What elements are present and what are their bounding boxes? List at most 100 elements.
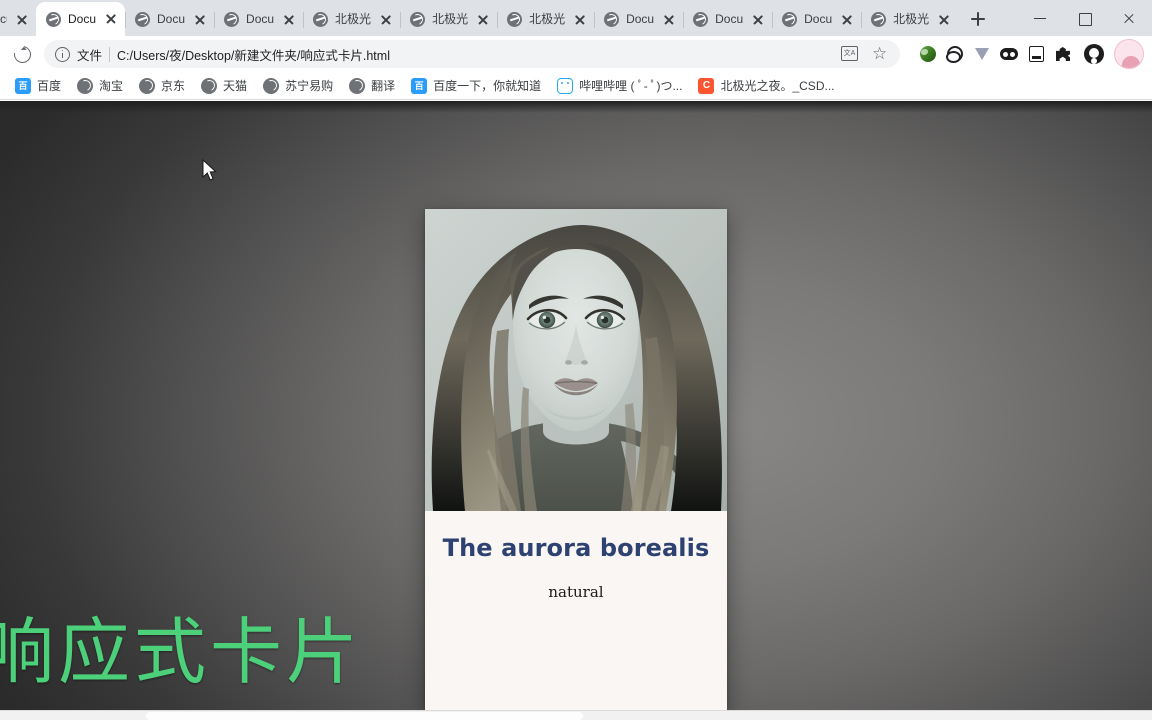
bookmark-item[interactable]: 百 百度 <box>8 74 68 97</box>
close-icon[interactable] <box>281 12 297 28</box>
bookmark-label: 苏宁易购 <box>285 79 334 93</box>
browser-tab[interactable]: 北极光 <box>400 3 497 36</box>
bookmark-item[interactable]: 苏宁易购 <box>256 74 340 97</box>
bookmark-label: 翻译 <box>371 79 396 93</box>
close-icon[interactable] <box>378 12 394 28</box>
bookmark-item[interactable]: 淘宝 <box>70 74 130 97</box>
browser-tab[interactable]: Docu <box>125 3 214 36</box>
globe-icon <box>410 12 426 27</box>
baidu-icon: 百 <box>411 77 428 94</box>
close-icon[interactable] <box>192 12 208 28</box>
ext-puzzle-icon[interactable] <box>1051 42 1075 66</box>
scrollbar-thumb[interactable] <box>146 712 583 720</box>
omnibox-actions: 文A ☆ <box>836 40 894 68</box>
browser-tab[interactable]: cu <box>0 3 36 36</box>
ext-globe-icon[interactable] <box>916 42 940 66</box>
ext-abox-icon[interactable] <box>1024 42 1048 66</box>
info-icon[interactable] <box>55 46 70 62</box>
browser-tab[interactable]: 北极光 <box>303 3 400 36</box>
globe-icon <box>871 12 887 27</box>
reload-icon <box>10 42 34 66</box>
maximize-button[interactable] <box>1062 2 1106 34</box>
bookmark-item[interactable]: 京东 <box>132 74 192 97</box>
globe-icon <box>313 12 329 27</box>
browser-window: cu Docu Docu Docu 北极光 北极光 <box>0 0 1152 720</box>
csdn-icon: C <box>698 77 715 94</box>
globe-icon <box>224 12 240 27</box>
divider <box>109 46 111 62</box>
url-text: C:/Users/夜/Desktop/新建文件夹/响应式卡片.html <box>117 48 390 63</box>
bookmark-item[interactable]: C 北极光之夜。_CSD... <box>691 74 841 97</box>
bookmark-item[interactable]: 百 百度一下，你就知道 <box>404 74 548 97</box>
window-controls <box>1018 0 1152 36</box>
tab-title: Docu <box>68 11 97 26</box>
translate-icon: 文A <box>841 46 858 61</box>
new-tab-button[interactable] <box>964 5 992 33</box>
bookmark-label: 哔哩哔哩 ( ﾟ- ﾟ)つ... <box>579 79 683 93</box>
tab-title: Docu <box>715 12 744 26</box>
close-icon[interactable] <box>14 12 30 28</box>
globe-icon <box>604 12 620 27</box>
url-scheme-label: 文件 <box>77 48 103 63</box>
bookmark-label: 京东 <box>161 79 186 93</box>
page-heading-overlay: 响应式卡片 <box>0 610 363 694</box>
address-bar[interactable]: 文件 C:/Users/夜/Desktop/新建文件夹/响应式卡片.html 文… <box>44 40 900 68</box>
tab-title: 北极光 <box>893 12 930 26</box>
translate-button[interactable]: 文A <box>836 40 864 68</box>
extensions-row <box>908 39 1144 69</box>
close-icon[interactable] <box>475 12 491 28</box>
reload-button[interactable] <box>8 40 36 68</box>
close-window-button[interactable] <box>1106 2 1152 34</box>
bookmark-item[interactable]: 哔哩哔哩 ( ﾟ- ﾟ)つ... <box>550 74 689 97</box>
bookmarks-bar: 百 百度 淘宝 京东 天猫 苏宁易购 翻译 百 百度一下，你就知道 哔哩哔哩 (… <box>0 72 1152 100</box>
globe-icon <box>349 77 366 94</box>
card-subtitle: natural <box>548 582 604 601</box>
bookmark-item[interactable]: 翻译 <box>342 74 402 97</box>
tab-title: 北极光 <box>529 12 566 26</box>
ext-v-icon[interactable] <box>970 42 994 66</box>
bookmark-label: 天猫 <box>223 79 248 93</box>
card-body: The aurora borealis natural <box>425 511 727 601</box>
close-icon[interactable] <box>839 12 855 28</box>
tab-title: Docu <box>804 12 833 26</box>
close-icon[interactable] <box>661 12 677 28</box>
browser-tab[interactable]: Docu <box>214 3 303 36</box>
card-image <box>425 209 727 511</box>
horizontal-scrollbar[interactable] <box>0 710 1152 720</box>
browser-tab[interactable]: 北极光 <box>861 3 958 36</box>
bookmark-star-button[interactable]: ☆ <box>866 40 894 68</box>
bilibili-icon <box>557 77 574 94</box>
account-icon[interactable] <box>1081 41 1107 67</box>
browser-tab[interactable]: 北极光 <box>497 3 594 36</box>
browser-tab-active[interactable]: Docu <box>36 2 126 36</box>
browser-tab[interactable]: Docu <box>772 3 861 36</box>
bookmark-item[interactable]: 天猫 <box>194 74 254 97</box>
browser-tab[interactable]: Docu <box>683 3 772 36</box>
responsive-card[interactable]: The aurora borealis natural <box>425 209 727 713</box>
tab-title: 北极光 <box>335 12 372 26</box>
bookmark-label: 百度 <box>37 79 62 93</box>
bookmark-label: 北极光之夜。_CSD... <box>720 79 835 93</box>
globe-icon <box>782 12 798 27</box>
globe-icon <box>201 77 218 94</box>
tab-title: 北极光 <box>432 12 469 26</box>
close-icon[interactable] <box>750 12 766 28</box>
close-icon[interactable] <box>936 12 952 28</box>
tab-title: Docu <box>157 12 186 26</box>
minimize-button[interactable] <box>1018 2 1062 34</box>
close-icon[interactable] <box>103 11 119 27</box>
tab-title: Docu <box>626 12 655 26</box>
browser-toolbar: 文件 C:/Users/夜/Desktop/新建文件夹/响应式卡片.html 文… <box>0 36 1152 72</box>
globe-icon <box>507 12 523 27</box>
ext-link-icon[interactable] <box>943 42 967 66</box>
avatar[interactable] <box>1114 39 1144 69</box>
globe-icon <box>693 12 709 27</box>
tab-strip: cu Docu Docu Docu 北极光 北极光 <box>0 0 1152 36</box>
close-icon[interactable] <box>572 12 588 28</box>
card-title: The aurora borealis <box>442 534 710 562</box>
mouse-cursor <box>202 159 217 181</box>
baidu-icon: 百 <box>15 77 31 94</box>
browser-tab[interactable]: Docu <box>594 3 683 36</box>
tab-title: cu <box>0 12 7 26</box>
ext-dark-icon[interactable] <box>997 42 1021 66</box>
